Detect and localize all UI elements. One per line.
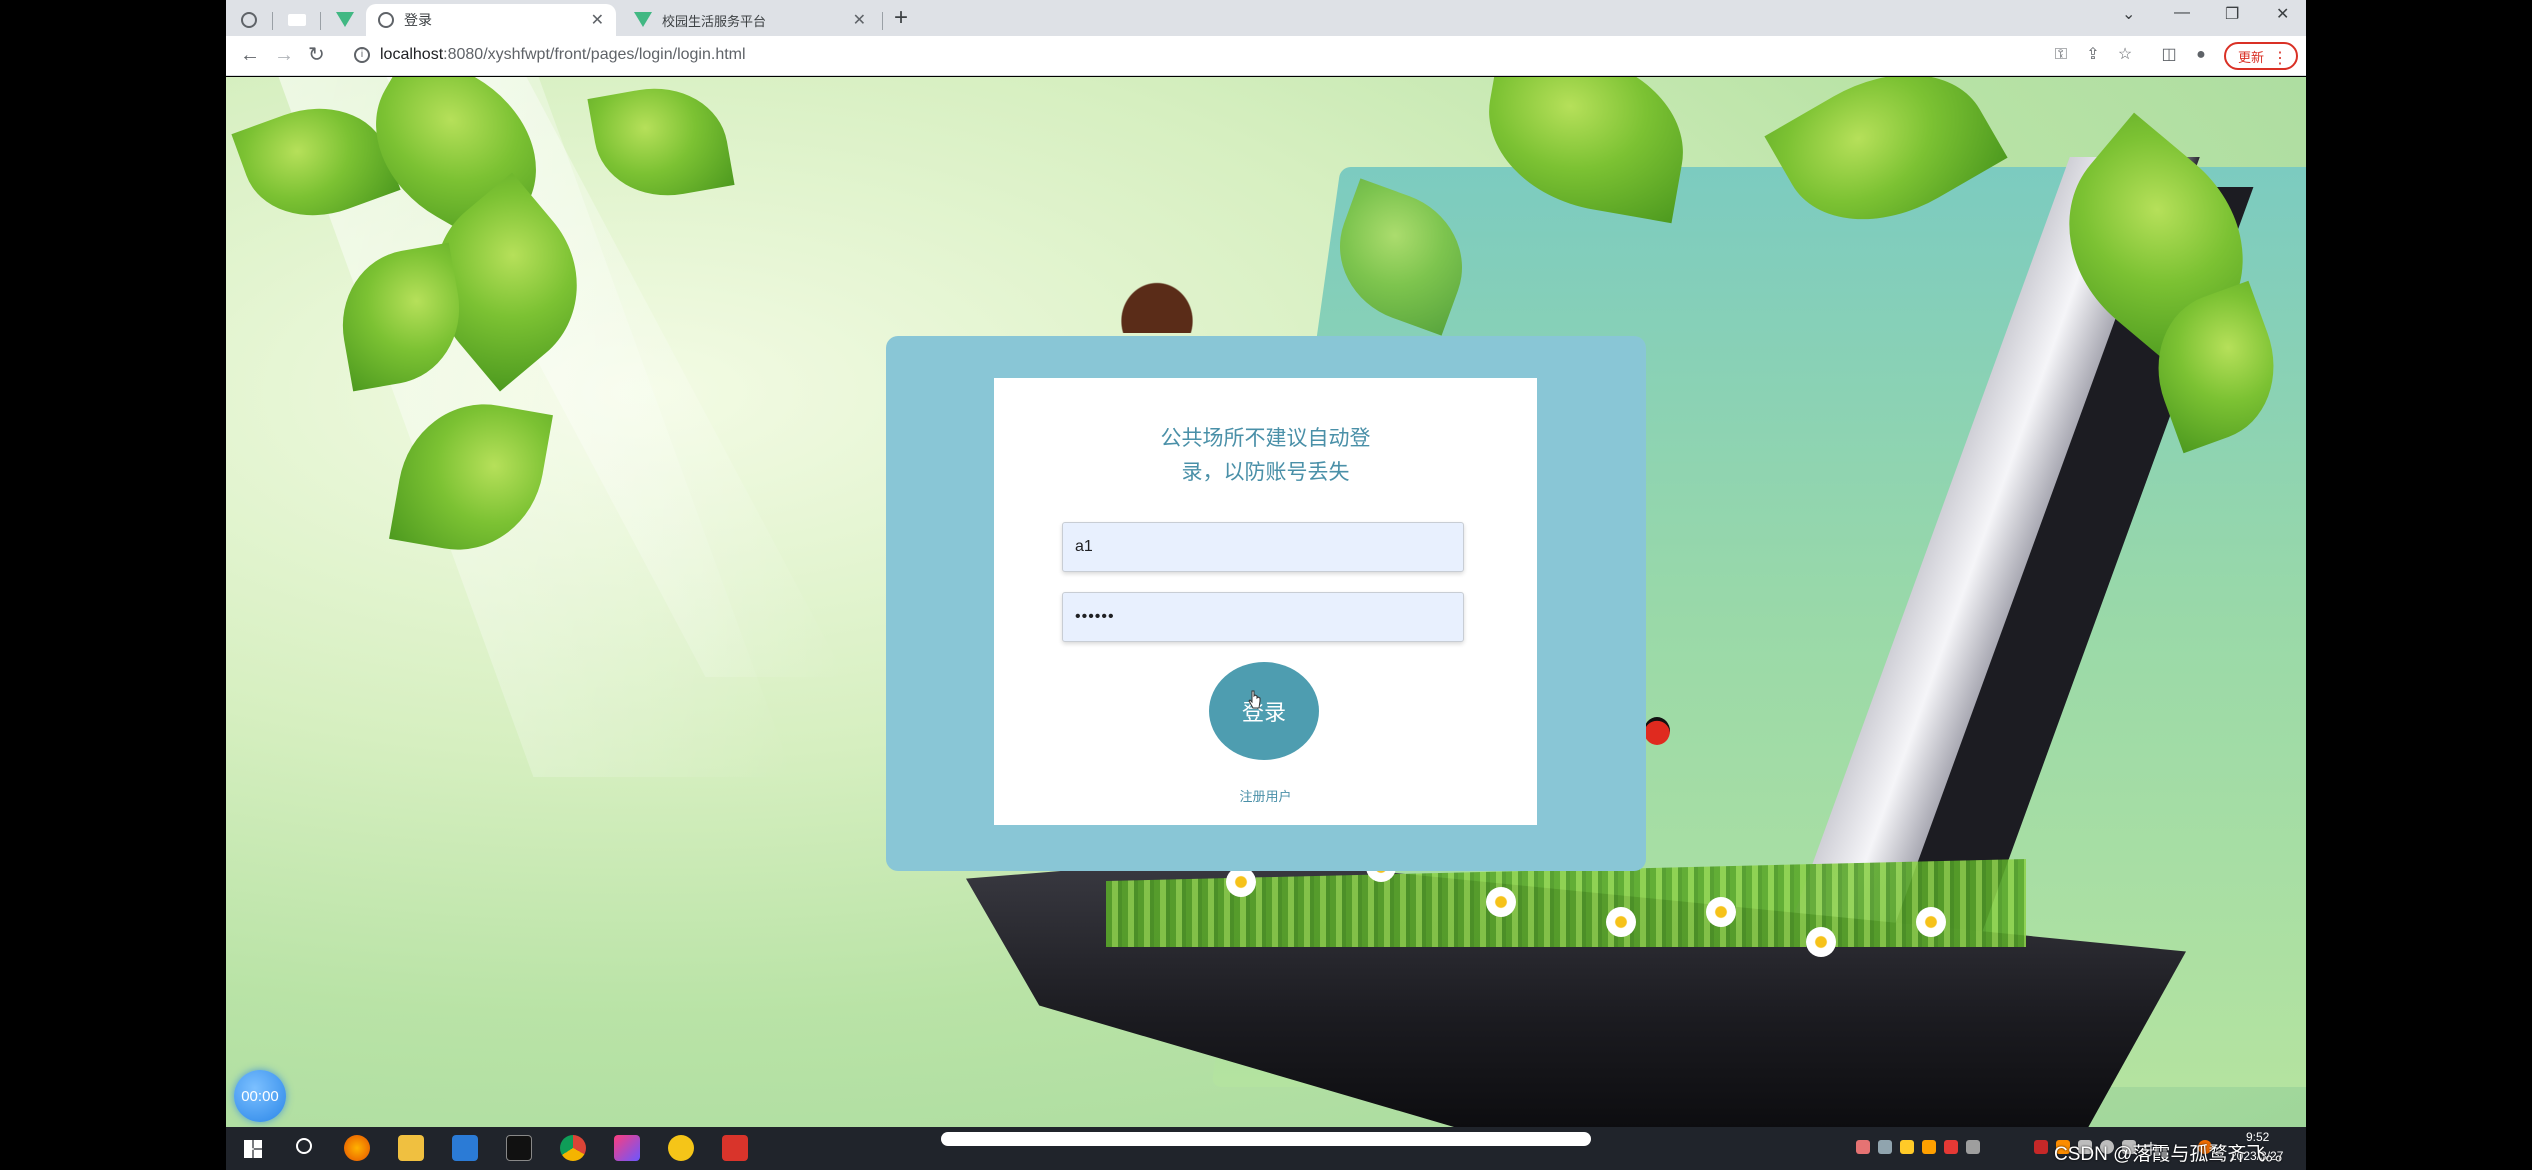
- login-button[interactable]: 登录: [1209, 662, 1319, 760]
- browser-toolbar: ← → ↻ i localhost:8080/xyshfwpt/front/pa…: [226, 36, 2306, 76]
- browser-window: 登录 ✕ 校园生活服务平台 ✕ + ⌄ — ❐ ✕ ← → ↻ i localh…: [226, 0, 2306, 1170]
- tray-icon[interactable]: [2034, 1140, 2048, 1154]
- url-path: :8080/xyshfwpt/front/pages/login/login.h…: [443, 46, 746, 63]
- auto-login-notice: 公共场所不建议自动登 录，以防账号丢失: [994, 422, 1537, 490]
- update-button[interactable]: 更新 ⋮: [2224, 42, 2298, 70]
- vue-icon: [634, 12, 652, 28]
- daisy-decoration: [1706, 897, 1736, 927]
- blank-page-icon: [288, 14, 306, 26]
- file-explorer-icon[interactable]: [398, 1135, 424, 1161]
- app-icon[interactable]: [668, 1135, 694, 1161]
- tray-icon[interactable]: [1856, 1140, 1870, 1154]
- tray-icon[interactable]: [1900, 1140, 1914, 1154]
- intellij-icon[interactable]: [614, 1135, 640, 1161]
- tab-pinned-1[interactable]: [228, 4, 270, 36]
- tray-icon[interactable]: [1966, 1140, 1980, 1154]
- terminal-icon[interactable]: [506, 1135, 532, 1161]
- wps-icon[interactable]: [722, 1135, 748, 1161]
- vscode-icon[interactable]: [452, 1135, 478, 1161]
- login-page: 公共场所不建议自动登 录，以防账号丢失 登录 注册用户 00:00: [226, 77, 2306, 1127]
- mouse-cursor-icon: [1248, 690, 1261, 709]
- tab-search-chevron-icon[interactable]: ⌄: [2122, 4, 2135, 24]
- key-icon[interactable]: ⚿: [2052, 46, 2070, 64]
- notice-line-2: 录，以防账号丢失: [1181, 461, 1350, 484]
- tray-icon[interactable]: [1878, 1140, 1892, 1154]
- reload-icon[interactable]: ↻: [308, 44, 325, 66]
- recording-timer-badge: 00:00: [234, 1070, 286, 1122]
- tab-separator: [882, 12, 883, 30]
- register-link[interactable]: 注册用户: [994, 786, 1537, 805]
- username-input[interactable]: [1062, 522, 1464, 572]
- globe-icon: [241, 12, 257, 28]
- tab-campus-platform[interactable]: 校园生活服务平台 ✕: [622, 4, 878, 36]
- windows-start-icon[interactable]: [244, 1140, 262, 1158]
- restore-icon[interactable]: ❐: [2225, 4, 2239, 24]
- login-panel: 公共场所不建议自动登 录，以防账号丢失 登录 注册用户: [886, 336, 1646, 871]
- notice-line-1: 公共场所不建议自动登: [1160, 427, 1371, 450]
- leaf-decoration: [587, 77, 735, 208]
- ladybug-decoration: [1644, 717, 1670, 745]
- profile-icon[interactable]: ●: [2192, 46, 2210, 64]
- tab-label: 登录: [404, 12, 432, 28]
- url-text[interactable]: localhost:8080/xyshfwpt/front/pages/logi…: [380, 46, 746, 64]
- url-host: localhost: [380, 46, 444, 63]
- tray-icon[interactable]: [1922, 1140, 1936, 1154]
- minimize-icon[interactable]: —: [2174, 4, 2190, 22]
- bookmark-star-icon[interactable]: ☆: [2116, 46, 2134, 64]
- daisy-decoration: [1226, 867, 1256, 897]
- tab-login[interactable]: 登录 ✕: [366, 4, 616, 36]
- close-tab-icon[interactable]: ✕: [853, 10, 866, 30]
- csdn-watermark: CSDN @落霞与孤鹜齐飞。。: [2054, 1144, 2294, 1165]
- tab-bar: 登录 ✕ 校园生活服务平台 ✕ + ⌄ — ❐ ✕: [226, 0, 2306, 36]
- search-icon[interactable]: [296, 1138, 312, 1154]
- vue-icon: [336, 12, 354, 28]
- close-tab-icon[interactable]: ✕: [591, 10, 604, 30]
- daisy-decoration: [1606, 907, 1636, 937]
- daisy-decoration: [1806, 927, 1836, 957]
- password-input[interactable]: [1062, 592, 1464, 642]
- site-info-icon[interactable]: i: [354, 47, 370, 63]
- menu-dots-icon[interactable]: ⋮: [2272, 48, 2288, 68]
- back-arrow-icon[interactable]: ←: [240, 44, 260, 66]
- share-icon[interactable]: ⇪: [2084, 46, 2102, 64]
- daisy-decoration: [1486, 887, 1516, 917]
- screen-scroll-indicator: [941, 1132, 1591, 1146]
- update-label: 更新: [2238, 49, 2265, 65]
- tab-label: 校园生活服务平台: [662, 13, 767, 29]
- tab-pinned-3[interactable]: [324, 4, 366, 36]
- firefox-icon[interactable]: [344, 1135, 370, 1161]
- tab-separator: [320, 12, 321, 30]
- chrome-icon[interactable]: [560, 1135, 586, 1161]
- side-panel-icon[interactable]: ◫: [2160, 46, 2178, 64]
- tray-icon[interactable]: [1944, 1140, 1958, 1154]
- tab-separator: [272, 12, 273, 30]
- new-tab-button[interactable]: +: [894, 6, 908, 30]
- forward-arrow-icon[interactable]: →: [274, 44, 294, 66]
- butterfly-decoration: [1112, 273, 1202, 333]
- close-window-icon[interactable]: ✕: [2276, 4, 2289, 24]
- daisy-decoration: [1916, 907, 1946, 937]
- tab-pinned-2[interactable]: [276, 4, 318, 36]
- login-form: 公共场所不建议自动登 录，以防账号丢失 登录 注册用户: [994, 378, 1537, 825]
- globe-icon: [378, 12, 394, 28]
